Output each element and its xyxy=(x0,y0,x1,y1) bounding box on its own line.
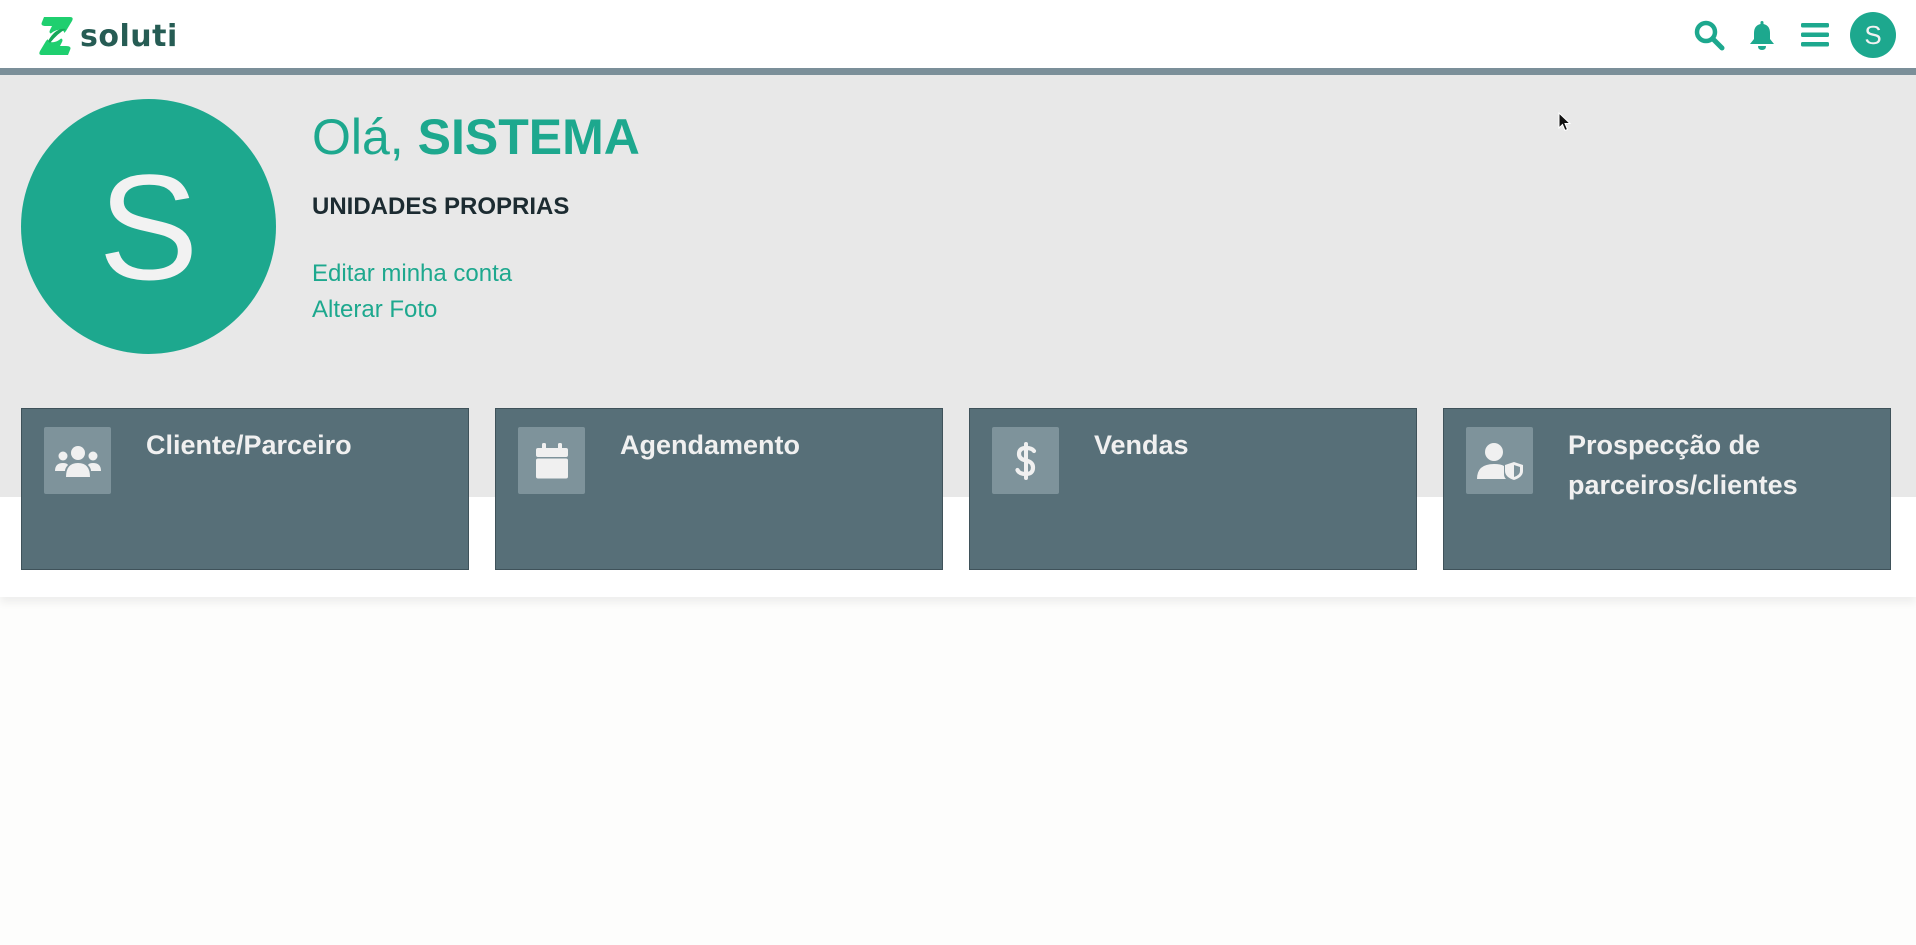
menu-icon xyxy=(1801,23,1829,47)
change-photo-link[interactable]: Alterar Foto xyxy=(312,296,437,324)
mouse-cursor-icon xyxy=(1558,112,1572,132)
calendar-icon xyxy=(535,442,568,478)
menu-button[interactable] xyxy=(1797,17,1833,53)
greeting-heading: Olá, SISTEMA xyxy=(312,108,640,166)
card-icon-box xyxy=(1466,427,1533,494)
card-title: Cliente/Parceiro xyxy=(146,430,352,460)
greeting-prefix: Olá, xyxy=(312,109,404,165)
card-vendas[interactable]: Vendas xyxy=(969,408,1417,570)
soluti-logo-icon xyxy=(39,17,73,55)
card-title: Vendas xyxy=(1094,430,1189,460)
card-icon-box xyxy=(992,427,1059,494)
dollar-icon xyxy=(1014,441,1036,480)
header-actions: S xyxy=(1674,12,1896,58)
card-icon-box xyxy=(518,427,585,494)
user-shield-icon xyxy=(1476,442,1523,480)
search-button[interactable] xyxy=(1691,17,1727,53)
search-icon xyxy=(1694,20,1725,51)
card-agendamento[interactable]: Agendamento xyxy=(495,408,943,570)
notifications-button[interactable] xyxy=(1744,17,1780,53)
bell-icon xyxy=(1750,21,1774,50)
edit-account-link[interactable]: Editar minha conta xyxy=(312,260,512,288)
profile-avatar: S xyxy=(21,99,276,354)
card-icon-box xyxy=(44,427,111,494)
brand-logo[interactable]: soluti xyxy=(36,14,178,58)
user-name: SISTEMA xyxy=(417,109,640,165)
card-title: Agendamento xyxy=(620,430,801,460)
top-navbar: soluti S xyxy=(0,0,1916,68)
brand-name: soluti xyxy=(80,18,178,54)
card-prospeccao[interactable]: Prospecção de parceiros/clientes xyxy=(1443,408,1891,570)
card-title: Prospecção de parceiros/clientes xyxy=(1568,430,1798,500)
unit-name: UNIDADES PROPRIAS xyxy=(312,193,570,220)
user-avatar-button[interactable]: S xyxy=(1850,12,1896,58)
users-icon xyxy=(54,445,101,477)
card-cliente-parceiro[interactable]: Cliente/Parceiro xyxy=(21,408,469,570)
header-divider xyxy=(0,68,1916,75)
